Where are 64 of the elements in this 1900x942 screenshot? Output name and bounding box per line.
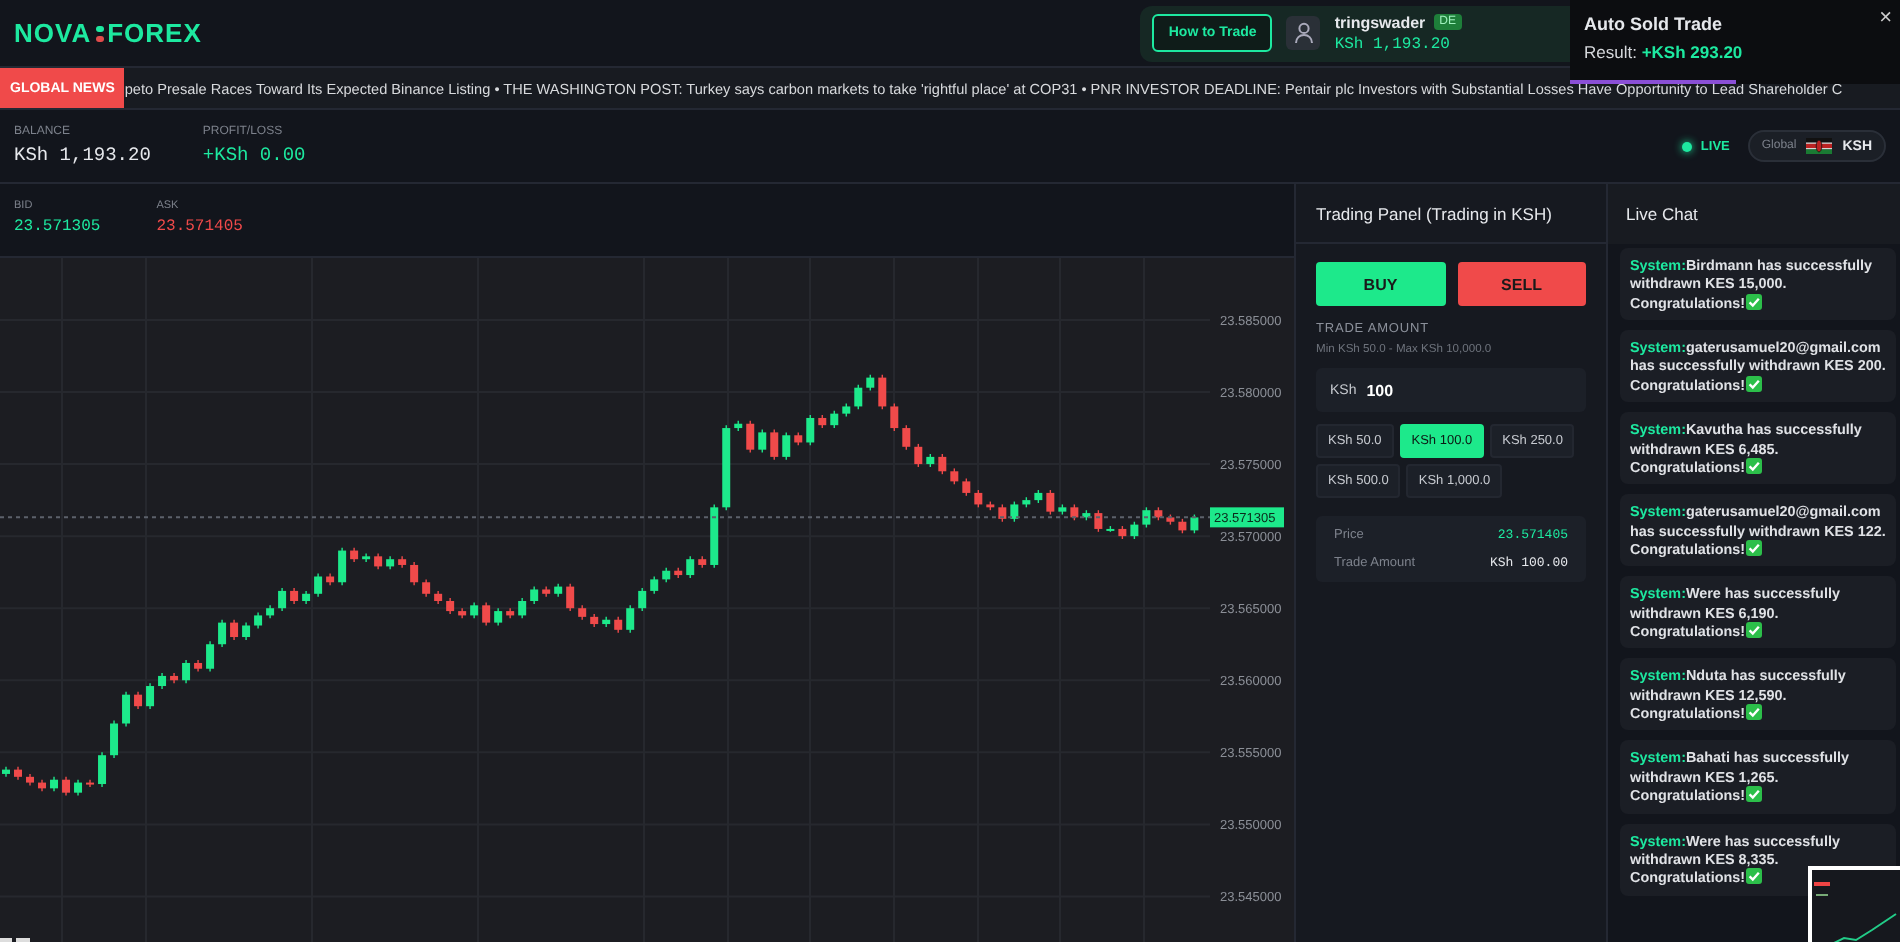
candlestick <box>230 619 239 641</box>
logo-text: FOREX <box>107 18 202 48</box>
candlestick <box>98 751 107 788</box>
check-icon <box>1745 539 1761 556</box>
candlestick <box>686 555 695 579</box>
candlestick <box>518 597 527 619</box>
toast-title: Auto Sold Trade <box>1584 14 1725 34</box>
check-icon <box>1745 622 1761 639</box>
check-icon <box>1745 786 1761 803</box>
candlestick <box>854 384 863 411</box>
candlestick <box>122 691 131 728</box>
candlestick <box>62 776 71 797</box>
username: tringswader <box>1334 13 1426 31</box>
account-balance: KSh 1,193.20 <box>1334 35 1452 53</box>
candlestick <box>338 546 347 586</box>
candlestick <box>746 420 755 454</box>
check-icon <box>1745 375 1761 392</box>
sell-button[interactable]: SELL <box>1457 262 1586 306</box>
check-icon <box>1745 293 1761 310</box>
candlestick <box>890 402 899 432</box>
check-icon <box>1745 868 1761 885</box>
candlestick <box>482 601 491 627</box>
candlestick <box>1046 489 1055 516</box>
candlestick <box>362 552 371 563</box>
candlestick <box>782 431 791 461</box>
candlestick <box>314 572 323 598</box>
candlestick <box>218 619 227 648</box>
candlestick <box>206 640 215 673</box>
close-button[interactable]: × <box>1879 6 1892 30</box>
candlestick <box>806 414 815 447</box>
user-avatar-icon[interactable] <box>1286 16 1321 50</box>
candlestick <box>110 719 119 759</box>
logo-mark-icon <box>95 25 104 41</box>
chat-title: Live Chat <box>1608 184 1900 244</box>
candlestick <box>566 583 575 612</box>
quote-value: 23.571305 <box>14 218 101 236</box>
candlestick <box>1010 500 1019 523</box>
candlestick <box>878 374 887 411</box>
candlestick <box>278 587 287 612</box>
candlestick <box>626 604 635 634</box>
logo-text: NOVA <box>14 18 92 48</box>
flag-icon <box>1806 138 1833 154</box>
candlestick <box>146 682 155 710</box>
candlestick <box>638 587 647 612</box>
buy-button[interactable]: BUY <box>1316 262 1445 306</box>
candlestick <box>182 659 191 684</box>
stat-value: KSh 1,193.20 <box>14 144 151 166</box>
candlestick <box>770 428 779 461</box>
candlestick <box>410 561 419 586</box>
candlestick <box>938 453 947 475</box>
panel-title: Trading Panel (Trading in KSH) <box>1296 184 1606 244</box>
stat-value: +KSh 0.00 <box>202 144 306 166</box>
candlestick <box>758 428 767 454</box>
check-icon <box>1745 704 1761 721</box>
candlestick <box>1142 506 1151 529</box>
candlestick <box>1190 513 1199 534</box>
toast-result: Result: +KSh 293.20 <box>1584 42 1745 62</box>
quote-value: 23.571405 <box>156 218 243 236</box>
candlestick <box>86 779 95 788</box>
amount-input[interactable]: 100 <box>1366 381 1487 399</box>
candlestick <box>1094 509 1103 533</box>
candlestick <box>902 424 911 451</box>
candlestick <box>914 443 923 468</box>
check-icon <box>1745 457 1761 474</box>
